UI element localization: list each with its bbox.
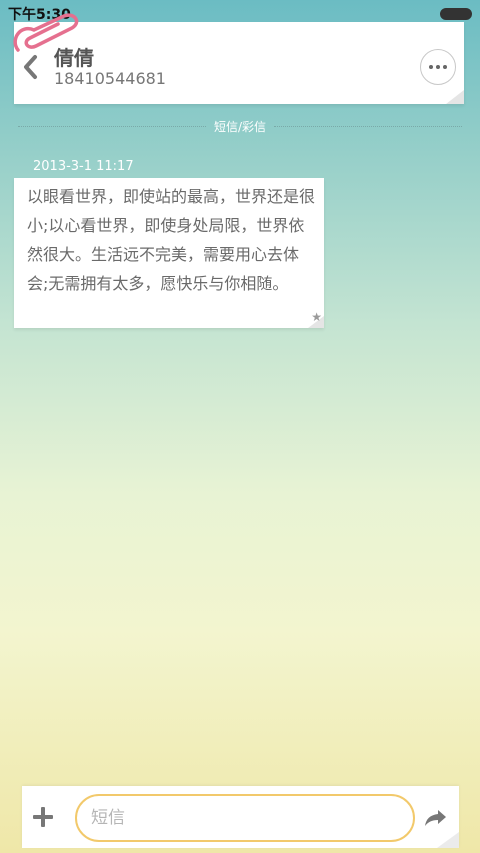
message-text: 以眼看世界，即使站的最高，世界还是很小;以心看世界，即使身处局限，世界依然很大。…: [27, 187, 316, 293]
divider-line-right: [274, 126, 462, 127]
message-input[interactable]: [75, 794, 415, 842]
battery-icon: [440, 8, 472, 20]
status-time: 下午5:30: [8, 7, 71, 23]
send-button[interactable]: [424, 808, 448, 828]
contact-number: 18410544681: [54, 69, 166, 88]
more-dots-icon: [429, 65, 447, 69]
page-curl-decoration: [446, 90, 464, 104]
back-button[interactable]: [20, 52, 40, 82]
compose-bar: [22, 786, 459, 848]
add-attachment-button[interactable]: [32, 806, 54, 828]
chevron-left-icon: [24, 55, 37, 79]
share-arrow-icon: [425, 810, 446, 826]
divider-line-left: [18, 126, 206, 127]
more-options-button[interactable]: [420, 49, 456, 85]
message-timestamp: 2013-3-1 11:17: [33, 159, 134, 174]
page-curl-decoration: [437, 832, 459, 848]
contact-name: 倩倩: [54, 46, 94, 70]
contact-header: 倩倩 18410544681: [13, 13, 464, 104]
message-bubble[interactable]: 以眼看世界，即使站的最高，世界还是很小;以心看世界，即使身处局限，世界依然很大。…: [14, 178, 324, 328]
message-type-label: 短信/彩信: [213, 120, 267, 134]
star-icon: ★: [311, 310, 322, 324]
